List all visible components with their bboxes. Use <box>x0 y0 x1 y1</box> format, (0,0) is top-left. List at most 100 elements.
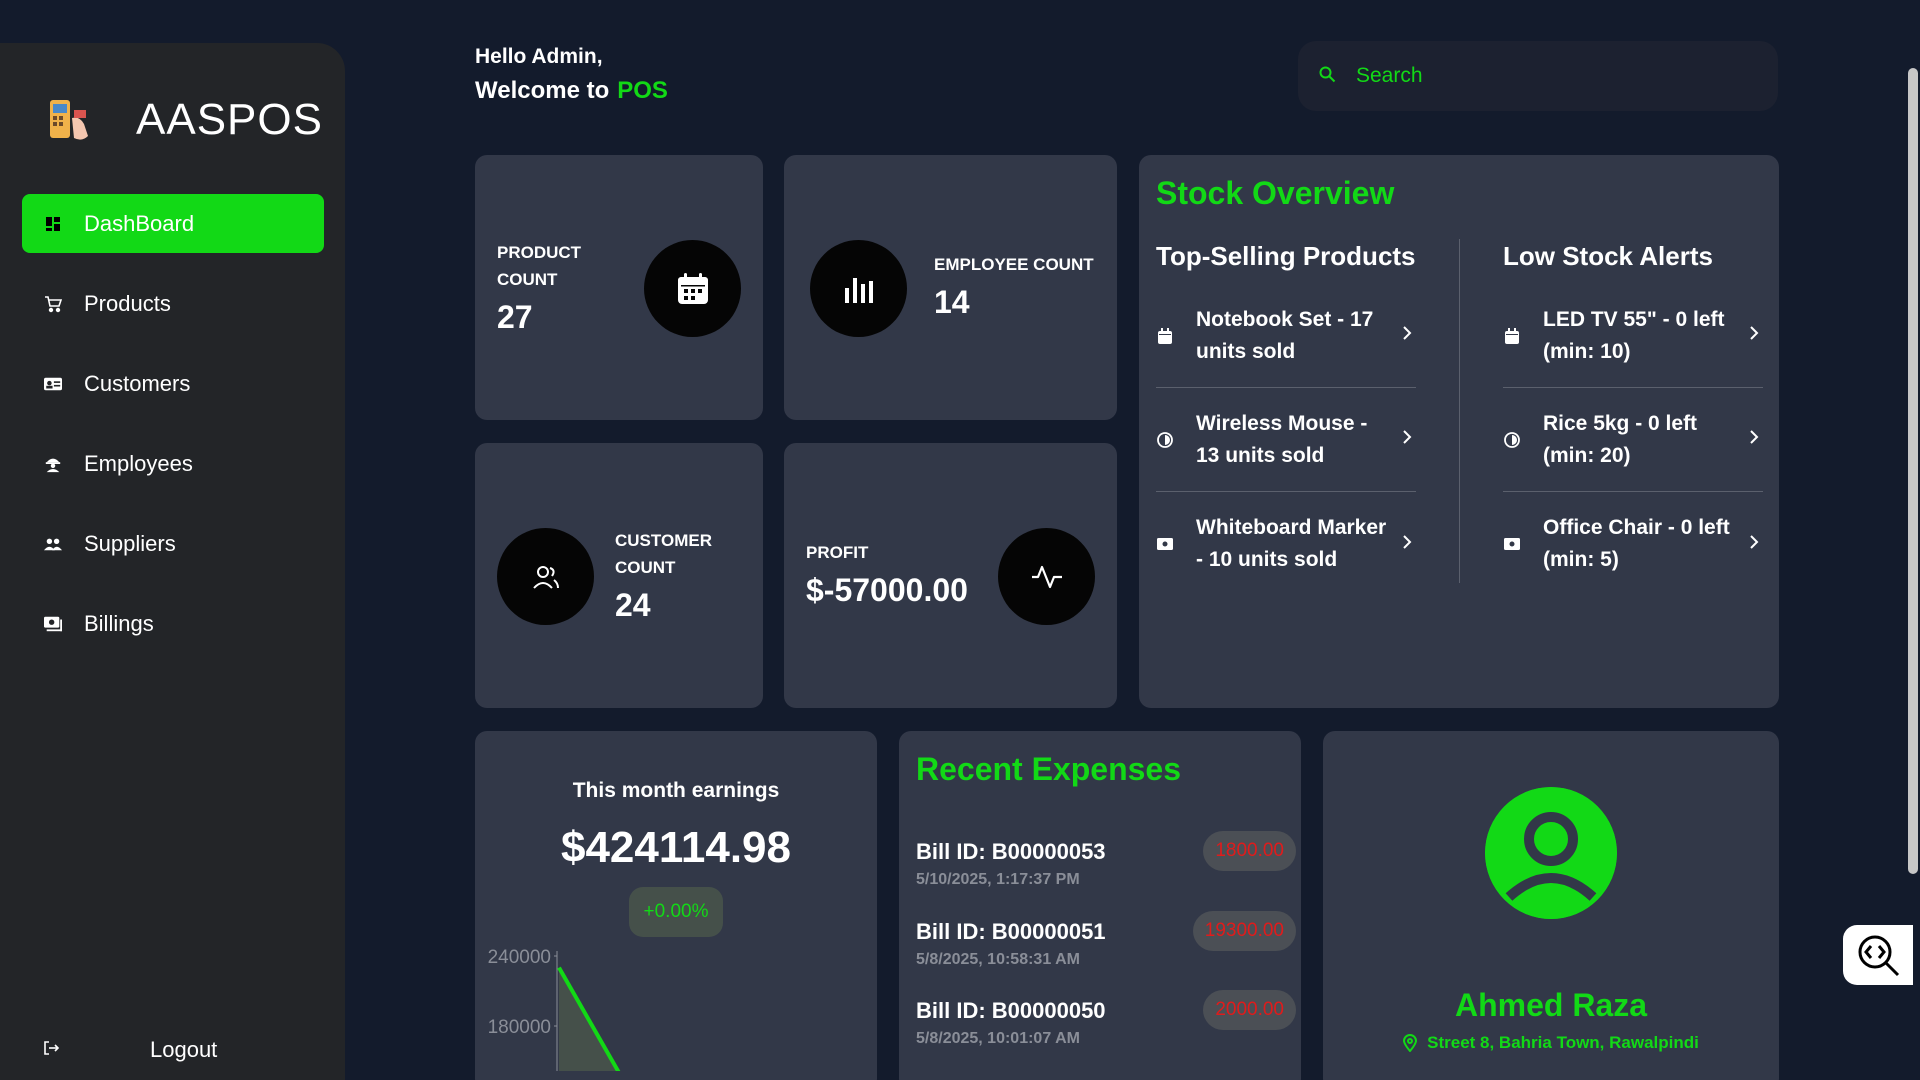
pos-terminal-icon <box>50 100 88 140</box>
cart-icon <box>44 295 62 313</box>
stat-title: PRODUCT COUNT <box>497 243 582 289</box>
engineering-icon <box>44 455 62 473</box>
profile-name: Ahmed Raza <box>1454 987 1648 1023</box>
sidebar-item-billings[interactable]: Billings <box>22 594 324 653</box>
low-stock-text: Office Chair - 0 left (min: 5) <box>1543 516 1730 571</box>
sidebar-item-label: Employees <box>84 450 193 476</box>
user-avatar-icon <box>1485 787 1617 919</box>
customer-count-card: CUSTOMER COUNT 24 <box>475 443 763 708</box>
page-scrollbar[interactable] <box>1906 0 1920 1080</box>
expense-amount-badge: 1800.00 <box>1203 831 1296 871</box>
low-stock-text: LED TV 55" - 0 left (min: 10) <box>1543 307 1725 363</box>
code-inspect-button[interactable] <box>1843 925 1913 985</box>
expense-item[interactable]: Bill ID: B00000053 5/10/2025, 1:17:37 PM… <box>916 831 1296 889</box>
sidebar-item-label: Products <box>84 290 171 316</box>
calendar-icon <box>677 272 708 304</box>
users-icon-circle <box>497 528 594 625</box>
chevron-right-icon <box>1749 429 1759 450</box>
profile-address-text: Street 8, Bahria Town, Rawalpindi <box>1427 1033 1699 1052</box>
sidebar-item-label: Suppliers <box>84 530 176 556</box>
group-icon <box>44 535 62 553</box>
top-selling-item[interactable]: Notebook Set - 17 units sold <box>1156 284 1416 388</box>
stat-title: CUSTOMER COUNT <box>615 531 712 577</box>
avatar[interactable] <box>1485 787 1617 919</box>
expense-date: 5/8/2025, 10:58:31 AM <box>916 951 1080 968</box>
expense-date: 5/8/2025, 10:01:07 AM <box>916 1030 1080 1047</box>
activity-icon-circle <box>998 528 1095 625</box>
dashboard-icon <box>44 215 62 233</box>
low-stock-text: Rice 5kg - 0 left (min: 20) <box>1543 411 1698 467</box>
expense-item[interactable]: Bill ID: B00000051 5/8/2025, 10:58:31 AM… <box>916 911 1296 969</box>
search-input[interactable] <box>1356 64 1736 88</box>
chevron-right-icon <box>1749 325 1759 346</box>
welcome-line: Welcome to POS <box>475 77 668 105</box>
profile-card: Ahmed Raza Street 8, Bahria Town, Rawalp… <box>1323 731 1779 1080</box>
top-selling-text: Wireless Mouse - 13 units sold <box>1196 411 1368 467</box>
calendar-icon <box>1156 327 1174 344</box>
earnings-card: This month earnings $424114.98 +0.00% 24… <box>475 731 877 1080</box>
top-selling-text: Notebook Set - 17 units sold <box>1196 307 1374 363</box>
search-icon <box>1318 65 1336 88</box>
earnings-title: This month earnings <box>572 779 780 802</box>
low-stock-title: Low Stock Alerts <box>1503 241 1713 271</box>
profit-card: PROFIT $-57000.00 <box>784 443 1117 708</box>
y-tick-label: 180000 <box>488 1017 551 1038</box>
bar-chart-icon <box>844 277 873 303</box>
chevron-right-icon <box>1749 534 1759 555</box>
low-stock-section: Low Stock Alerts LED TV 55" - 0 left (mi… <box>1503 241 1763 596</box>
bar-chart-icon-circle <box>810 240 907 337</box>
low-stock-item[interactable]: Office Chair - 0 left (min: 5) <box>1503 492 1763 596</box>
calendar-icon-circle <box>644 240 741 337</box>
stock-overview-card: Stock Overview Top-Selling Products Note… <box>1139 155 1779 708</box>
app-name: AASPOS <box>136 95 323 144</box>
sidebar-item-label: Billings <box>84 610 154 636</box>
calendar-icon <box>1503 327 1521 344</box>
stat-title: EMPLOYEE COUNT <box>934 255 1094 274</box>
chevron-right-icon <box>1402 534 1412 555</box>
top-selling-section: Top-Selling Products Notebook Set - 17 u… <box>1156 241 1416 596</box>
logout-button[interactable]: Logout <box>22 1020 324 1080</box>
logout-label: Logout <box>150 1037 218 1062</box>
low-stock-item[interactable]: Rice 5kg - 0 left (min: 20) <box>1503 388 1763 492</box>
employee-count-card: EMPLOYEE COUNT 14 <box>784 155 1117 420</box>
sidebar-item-customers[interactable]: Customers <box>22 354 324 413</box>
sidebar-item-products[interactable]: Products <box>22 274 324 333</box>
search-bar[interactable] <box>1298 41 1778 111</box>
top-selling-item[interactable]: Whiteboard Marker - 10 units sold <box>1156 492 1416 596</box>
sidebar-item-suppliers[interactable]: Suppliers <box>22 514 324 573</box>
sidebar-nav: DashBoard Products Customers Employees S… <box>22 194 324 674</box>
pie-chart-icon <box>1503 431 1521 448</box>
stat-value: $-57000.00 <box>806 572 968 608</box>
low-stock-item[interactable]: LED TV 55" - 0 left (min: 10) <box>1503 284 1763 388</box>
expense-amount-badge: 2000.00 <box>1203 990 1296 1030</box>
stat-value: 24 <box>615 587 651 623</box>
top-selling-title: Top-Selling Products <box>1156 241 1416 271</box>
sidebar-item-employees[interactable]: Employees <box>22 434 324 493</box>
earnings-change-badge: +0.00% <box>629 887 723 937</box>
stat-value: 27 <box>497 299 533 335</box>
scrollbar-thumb[interactable] <box>1908 68 1918 874</box>
chevron-right-icon <box>1402 325 1412 346</box>
top-selling-item[interactable]: Wireless Mouse - 13 units sold <box>1156 388 1416 492</box>
money-icon <box>44 615 62 633</box>
money-icon <box>1156 538 1174 550</box>
chevron-right-icon <box>1402 429 1412 450</box>
expense-amount-badge: 19300.00 <box>1192 911 1296 951</box>
users-icon <box>532 565 559 589</box>
sidebar-item-dashboard[interactable]: DashBoard <box>22 194 324 253</box>
welcome-text: Welcome to <box>475 77 610 104</box>
id-card-icon <box>44 375 62 393</box>
pie-chart-icon <box>1156 431 1174 448</box>
sidebar: AASPOS DashBoard Products Customers Empl… <box>0 43 345 1080</box>
y-tick-label: 240000 <box>488 947 551 968</box>
profile-address: Street 8, Bahria Town, Rawalpindi <box>1323 1033 1779 1053</box>
earnings-chart: 240000 180000 <box>488 947 621 1071</box>
stock-overview-title: Stock Overview <box>1156 175 1395 211</box>
sidebar-item-label: Customers <box>84 370 191 396</box>
top-selling-text: Whiteboard Marker - 10 units sold <box>1196 516 1387 571</box>
app-logo[interactable]: AASPOS <box>44 95 323 145</box>
sidebar-item-label: DashBoard <box>84 210 195 236</box>
expense-item[interactable]: Bill ID: B00000050 5/8/2025, 10:01:07 AM… <box>916 990 1296 1048</box>
stat-value: 14 <box>934 284 970 320</box>
activity-icon <box>1031 565 1062 588</box>
